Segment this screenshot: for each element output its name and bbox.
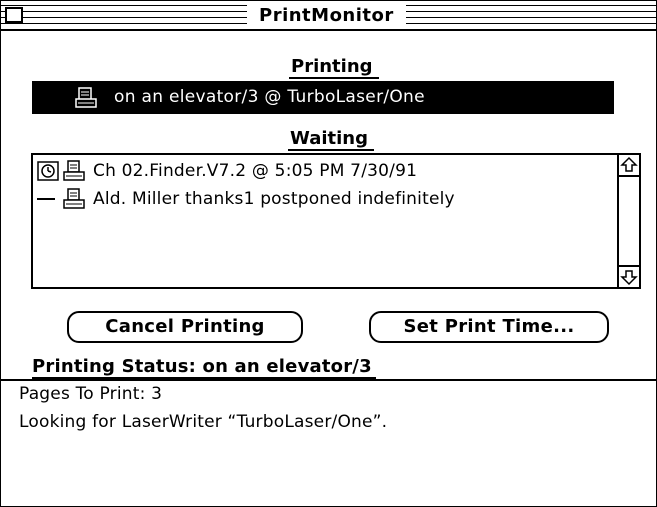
- dash-icon: [37, 198, 55, 200]
- job-label: Ald. Miller thanks1 postponed indefinite…: [93, 189, 455, 209]
- printer-document-icon: [63, 188, 85, 209]
- status-pages-line: Pages To Print: 3: [19, 384, 163, 404]
- waiting-list[interactable]: Ch 02.Finder.V7.2 @ 5:05 PM 7/30/91 Ald.…: [31, 153, 641, 289]
- down-arrow-icon: [620, 270, 638, 286]
- list-item[interactable]: Ald. Miller thanks1 postponed indefinite…: [33, 185, 619, 213]
- current-job-label: on an elevator/3 @ TurboLaser/One: [114, 87, 425, 107]
- list-item[interactable]: Ch 02.Finder.V7.2 @ 5:05 PM 7/30/91: [33, 157, 619, 185]
- scroll-up-button[interactable]: [619, 155, 639, 177]
- job-label: Ch 02.Finder.V7.2 @ 5:05 PM 7/30/91: [93, 161, 418, 181]
- set-print-time-button[interactable]: Set Print Time...: [369, 311, 609, 343]
- waiting-heading: Waiting: [288, 129, 375, 151]
- status-message-line: Looking for LaserWriter “TurboLaser/One”…: [19, 412, 388, 432]
- status-message-area: Pages To Print: 3 Looking for LaserWrite…: [1, 379, 656, 506]
- current-printing-job[interactable]: on an elevator/3 @ TurboLaser/One: [32, 81, 614, 114]
- title-bar[interactable]: PrintMonitor: [1, 1, 656, 31]
- printmonitor-window: PrintMonitor Printing on an elevator/3 @…: [0, 0, 657, 507]
- printer-document-icon: [63, 160, 85, 181]
- vertical-scrollbar[interactable]: [617, 155, 639, 287]
- scroll-down-button[interactable]: [619, 265, 639, 287]
- printer-document-icon: [75, 87, 97, 108]
- up-arrow-icon: [620, 156, 638, 172]
- printing-status-heading: Printing Status: on an elevator/3: [32, 357, 376, 379]
- close-box[interactable]: [5, 7, 23, 23]
- window-title: PrintMonitor: [247, 4, 406, 28]
- cancel-printing-button[interactable]: Cancel Printing: [67, 311, 303, 343]
- clock-icon: [37, 161, 59, 181]
- printing-heading: Printing: [289, 57, 379, 79]
